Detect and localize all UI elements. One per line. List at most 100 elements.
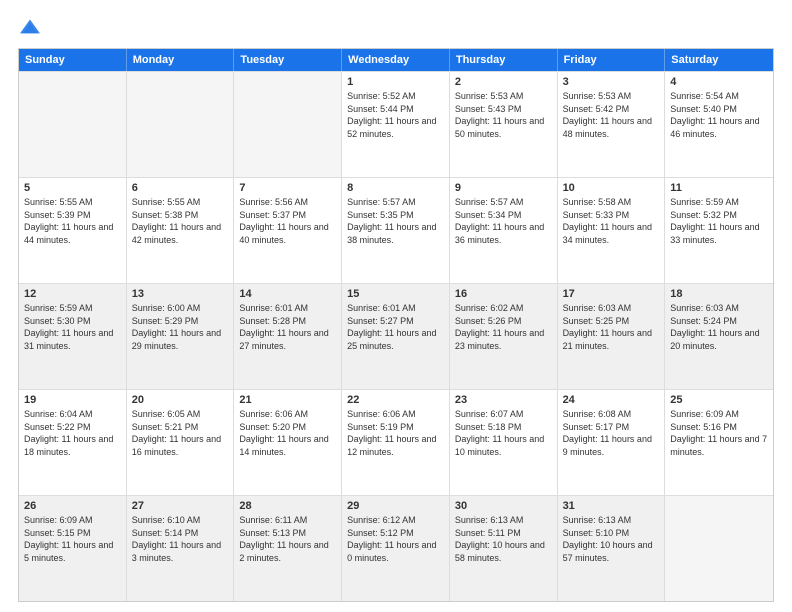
page: SundayMondayTuesdayWednesdayThursdayFrid…	[0, 0, 792, 612]
weekday-header: Thursday	[450, 49, 558, 71]
day-number: 23	[455, 394, 552, 406]
day-number: 19	[24, 394, 121, 406]
calendar-cell: 23 Sunrise: 6:07 AM Sunset: 5:18 PM Dayli…	[450, 390, 558, 495]
day-number: 4	[670, 76, 768, 88]
calendar-cell	[234, 72, 342, 177]
calendar-cell: 11 Sunrise: 5:59 AM Sunset: 5:32 PM Dayli…	[665, 178, 773, 283]
calendar-cell: 21 Sunrise: 6:06 AM Sunset: 5:20 PM Dayli…	[234, 390, 342, 495]
calendar-cell: 2Sunrise: 5:53 AM Sunset: 5:43 PM Daylig…	[450, 72, 558, 177]
cell-info: Sunrise: 6:08 AM Sunset: 5:17 PM Dayligh…	[563, 408, 660, 458]
day-number: 17	[563, 288, 660, 300]
day-number: 18	[670, 288, 768, 300]
cell-info: Sunrise: 5:59 AM Sunset: 5:32 PM Dayligh…	[670, 196, 768, 246]
cell-info: Sunrise: 5:58 AM Sunset: 5:33 PM Dayligh…	[563, 196, 660, 246]
calendar-cell: 15Sunrise: 6:01 AM Sunset: 5:27 PM Dayli…	[342, 284, 450, 389]
day-number: 11	[670, 182, 768, 194]
calendar-cell: 20 Sunrise: 6:05 AM Sunset: 5:21 PM Dayli…	[127, 390, 235, 495]
day-number: 31	[563, 500, 660, 512]
calendar-cell: 18 Sunrise: 6:03 AM Sunset: 5:24 PM Dayli…	[665, 284, 773, 389]
cell-info: Sunrise: 5:53 AM Sunset: 5:42 PM Dayligh…	[563, 90, 660, 140]
cell-info: Sunrise: 6:11 AM Sunset: 5:13 PM Dayligh…	[239, 514, 336, 564]
calendar-cell	[665, 496, 773, 601]
cell-info: Sunrise: 5:57 AM Sunset: 5:35 PM Dayligh…	[347, 196, 444, 246]
cell-info: Sunrise: 6:13 AM Sunset: 5:11 PM Dayligh…	[455, 514, 552, 564]
day-number: 21	[239, 394, 336, 406]
day-number: 28	[239, 500, 336, 512]
calendar-row: 5 Sunrise: 5:55 AM Sunset: 5:39 PM Daylig…	[19, 177, 773, 283]
day-number: 30	[455, 500, 552, 512]
calendar-cell: 22Sunrise: 6:06 AM Sunset: 5:19 PM Dayli…	[342, 390, 450, 495]
day-number: 7	[239, 182, 336, 194]
calendar-cell: 16 Sunrise: 6:02 AM Sunset: 5:26 PM Dayli…	[450, 284, 558, 389]
day-number: 9	[455, 182, 552, 194]
cell-info: Sunrise: 5:57 AM Sunset: 5:34 PM Dayligh…	[455, 196, 552, 246]
cell-info: Sunrise: 5:59 AM Sunset: 5:30 PM Dayligh…	[24, 302, 121, 352]
day-number: 5	[24, 182, 121, 194]
day-number: 20	[132, 394, 229, 406]
calendar-cell	[127, 72, 235, 177]
day-number: 16	[455, 288, 552, 300]
calendar-row: 19 Sunrise: 6:04 AM Sunset: 5:22 PM Dayli…	[19, 389, 773, 495]
cell-info: Sunrise: 6:13 AM Sunset: 5:10 PM Dayligh…	[563, 514, 660, 564]
cell-info: Sunrise: 5:55 AM Sunset: 5:38 PM Dayligh…	[132, 196, 229, 246]
calendar-cell: 5 Sunrise: 5:55 AM Sunset: 5:39 PM Daylig…	[19, 178, 127, 283]
logo-icon	[18, 18, 42, 38]
day-number: 14	[239, 288, 336, 300]
day-number: 25	[670, 394, 768, 406]
calendar-cell: 26 Sunrise: 6:09 AM Sunset: 5:15 PM Dayli…	[19, 496, 127, 601]
cell-info: Sunrise: 6:06 AM Sunset: 5:20 PM Dayligh…	[239, 408, 336, 458]
day-number: 27	[132, 500, 229, 512]
cell-info: Sunrise: 5:55 AM Sunset: 5:39 PM Dayligh…	[24, 196, 121, 246]
calendar-cell: 6 Sunrise: 5:55 AM Sunset: 5:38 PM Daylig…	[127, 178, 235, 283]
day-number: 10	[563, 182, 660, 194]
day-number: 8	[347, 182, 444, 194]
calendar-cell: 25Sunrise: 6:09 AM Sunset: 5:16 PM Dayli…	[665, 390, 773, 495]
weekday-header: Monday	[127, 49, 235, 71]
calendar-cell: 27Sunrise: 6:10 AM Sunset: 5:14 PM Dayli…	[127, 496, 235, 601]
calendar-cell: 12 Sunrise: 5:59 AM Sunset: 5:30 PM Dayli…	[19, 284, 127, 389]
calendar-row: 1 Sunrise: 5:52 AM Sunset: 5:44 PM Daylig…	[19, 71, 773, 177]
cell-info: Sunrise: 6:12 AM Sunset: 5:12 PM Dayligh…	[347, 514, 444, 564]
calendar-cell: 17 Sunrise: 6:03 AM Sunset: 5:25 PM Dayli…	[558, 284, 666, 389]
day-number: 1	[347, 76, 444, 88]
calendar-row: 12 Sunrise: 5:59 AM Sunset: 5:30 PM Dayli…	[19, 283, 773, 389]
cell-info: Sunrise: 5:52 AM Sunset: 5:44 PM Dayligh…	[347, 90, 444, 140]
weekday-header: Saturday	[665, 49, 773, 71]
calendar-header: SundayMondayTuesdayWednesdayThursdayFrid…	[19, 49, 773, 71]
cell-info: Sunrise: 5:56 AM Sunset: 5:37 PM Dayligh…	[239, 196, 336, 246]
cell-info: Sunrise: 6:05 AM Sunset: 5:21 PM Dayligh…	[132, 408, 229, 458]
calendar-cell: 24 Sunrise: 6:08 AM Sunset: 5:17 PM Dayli…	[558, 390, 666, 495]
day-number: 6	[132, 182, 229, 194]
calendar-cell	[19, 72, 127, 177]
day-number: 3	[563, 76, 660, 88]
calendar-cell: 3 Sunrise: 5:53 AM Sunset: 5:42 PM Daylig…	[558, 72, 666, 177]
logo	[18, 18, 46, 38]
weekday-header: Wednesday	[342, 49, 450, 71]
cell-info: Sunrise: 6:04 AM Sunset: 5:22 PM Dayligh…	[24, 408, 121, 458]
calendar-cell: 10 Sunrise: 5:58 AM Sunset: 5:33 PM Dayli…	[558, 178, 666, 283]
calendar-cell: 13Sunrise: 6:00 AM Sunset: 5:29 PM Dayli…	[127, 284, 235, 389]
cell-info: Sunrise: 6:09 AM Sunset: 5:15 PM Dayligh…	[24, 514, 121, 564]
day-number: 24	[563, 394, 660, 406]
calendar-cell: 1 Sunrise: 5:52 AM Sunset: 5:44 PM Daylig…	[342, 72, 450, 177]
calendar-cell: 31 Sunrise: 6:13 AM Sunset: 5:10 PM Dayli…	[558, 496, 666, 601]
day-number: 12	[24, 288, 121, 300]
calendar-cell: 9 Sunrise: 5:57 AM Sunset: 5:34 PM Daylig…	[450, 178, 558, 283]
day-number: 2	[455, 76, 552, 88]
calendar-cell: 7 Sunrise: 5:56 AM Sunset: 5:37 PM Daylig…	[234, 178, 342, 283]
calendar-cell: 19 Sunrise: 6:04 AM Sunset: 5:22 PM Dayli…	[19, 390, 127, 495]
day-number: 29	[347, 500, 444, 512]
calendar-cell: 28 Sunrise: 6:11 AM Sunset: 5:13 PM Dayli…	[234, 496, 342, 601]
day-number: 26	[24, 500, 121, 512]
header	[18, 18, 774, 38]
cell-info: Sunrise: 5:54 AM Sunset: 5:40 PM Dayligh…	[670, 90, 768, 140]
cell-info: Sunrise: 6:07 AM Sunset: 5:18 PM Dayligh…	[455, 408, 552, 458]
cell-info: Sunrise: 6:03 AM Sunset: 5:24 PM Dayligh…	[670, 302, 768, 352]
cell-info: Sunrise: 6:03 AM Sunset: 5:25 PM Dayligh…	[563, 302, 660, 352]
cell-info: Sunrise: 6:02 AM Sunset: 5:26 PM Dayligh…	[455, 302, 552, 352]
calendar: SundayMondayTuesdayWednesdayThursdayFrid…	[18, 48, 774, 602]
cell-info: Sunrise: 6:00 AM Sunset: 5:29 PM Dayligh…	[132, 302, 229, 352]
calendar-cell: 4 Sunrise: 5:54 AM Sunset: 5:40 PM Daylig…	[665, 72, 773, 177]
calendar-body: 1 Sunrise: 5:52 AM Sunset: 5:44 PM Daylig…	[19, 71, 773, 601]
calendar-cell: 30 Sunrise: 6:13 AM Sunset: 5:11 PM Dayli…	[450, 496, 558, 601]
